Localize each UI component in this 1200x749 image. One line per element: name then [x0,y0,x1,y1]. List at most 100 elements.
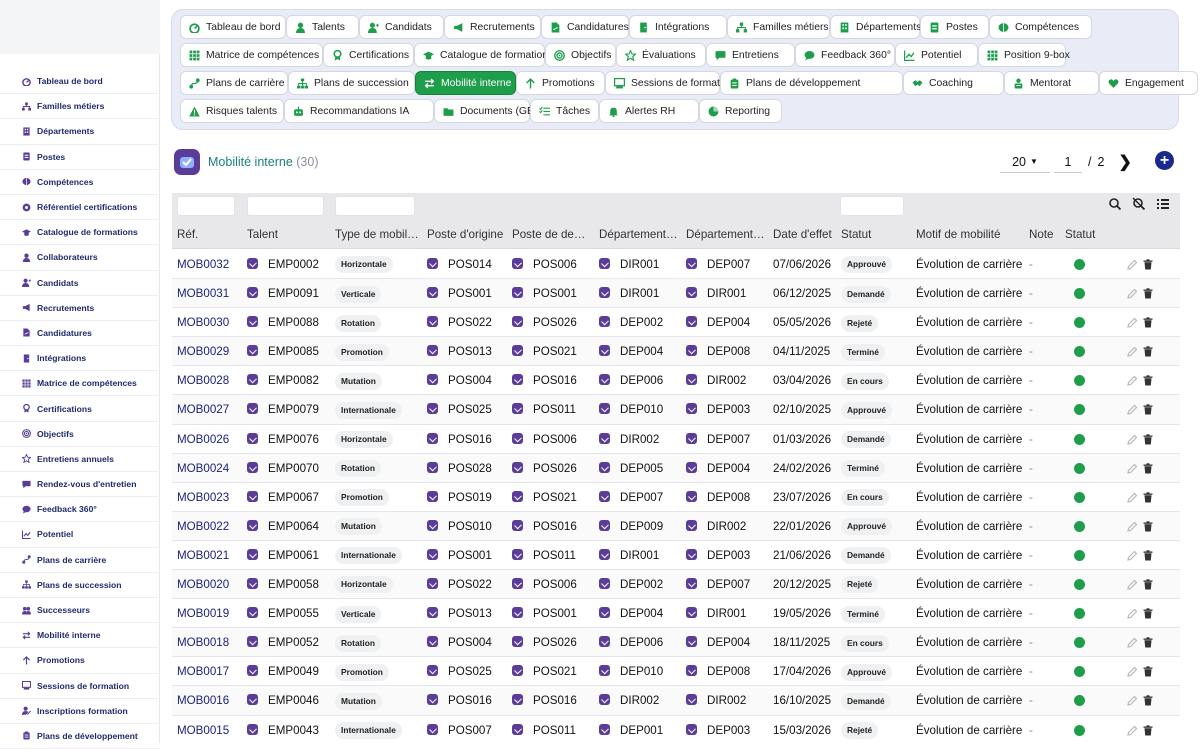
edit-icon[interactable] [1127,666,1138,678]
module-chip[interactable]: Entretiens [706,43,795,67]
record-link-icon[interactable] [599,258,610,269]
record-link-icon[interactable] [427,636,438,648]
record-link-icon[interactable] [599,287,610,299]
sidebar-item[interactable]: Candidatures [0,321,160,347]
ref-cell[interactable]: MOB0026 [177,425,229,454]
table-row[interactable]: MOB0022 EMP0064 Mutation POS010 POS016 DEP009… [172,511,1180,541]
record-link-icon[interactable] [599,578,610,590]
column-header[interactable]: Département… [686,221,768,249]
record-link-icon[interactable] [686,403,697,415]
column-header[interactable]: Département… [599,221,681,249]
record-link-icon[interactable] [427,548,438,560]
record-link-icon[interactable] [512,345,523,357]
column-header[interactable]: Note [1029,221,1059,249]
trash-icon[interactable] [1143,695,1153,706]
record-link-icon[interactable] [512,461,523,473]
edit-icon[interactable] [1127,579,1138,590]
record-link-icon[interactable] [686,345,697,357]
record-link-icon[interactable] [247,461,258,473]
module-chip[interactable]: Engagement [1099,71,1198,95]
sidebar-item[interactable]: Potentiel [0,522,160,548]
ref-cell[interactable]: MOB0027 [177,395,229,424]
column-header[interactable]: Motif de mobilité [916,221,1026,249]
record-link-icon[interactable] [686,461,697,473]
module-chip[interactable]: Mentorat [1004,71,1099,95]
record-link-icon[interactable] [247,723,258,735]
trash-icon[interactable] [1143,375,1153,386]
table-row[interactable]: MOB0032 EMP0002 Horizontale POS014 POS006 DIR… [172,250,1180,280]
table-row[interactable]: MOB0024 EMP0070 Rotation POS028 POS026 DEP005… [172,453,1180,483]
ref-cell[interactable]: MOB0015 [177,716,229,744]
record-link-icon[interactable] [247,403,258,415]
record-link-icon[interactable] [427,403,438,415]
record-link-icon[interactable] [247,316,258,328]
trash-icon[interactable] [1143,346,1153,357]
sidebar-item[interactable]: Référentiel certifications [0,195,160,221]
sidebar-item[interactable]: Successeurs [0,598,160,624]
ref-cell[interactable]: MOB0020 [177,570,229,599]
record-link-icon[interactable] [512,403,523,415]
table-row[interactable]: MOB0027 EMP0079 Internationale POS025 POS011… [172,395,1180,425]
module-chip[interactable]: Documents (GED) [434,99,545,123]
table-row[interactable]: MOB0019 EMP0055 Verticale POS013 POS001 DEP00… [172,599,1180,629]
trash-icon[interactable] [1143,521,1153,532]
sidebar-item[interactable]: Certifications [0,396,160,422]
module-chip[interactable]: Plans de développement [720,71,903,95]
module-chip[interactable]: Talents [286,15,359,39]
sidebar-item[interactable]: Départements [0,119,160,145]
table-row[interactable]: MOB0015 EMP0043 Internationale POS007 POS011… [172,716,1180,744]
edit-icon[interactable] [1127,346,1138,358]
ref-cell[interactable]: MOB0021 [177,541,229,570]
record-link-icon[interactable] [427,490,438,502]
record-link-icon[interactable] [247,432,258,444]
filter-status-input[interactable] [840,196,904,216]
sidebar-item[interactable]: Matrice de compétences [0,371,160,397]
record-link-icon[interactable] [427,258,438,269]
table-row[interactable]: MOB0018 EMP0052 Rotation POS004 POS026 DEP006… [172,628,1180,658]
module-chip[interactable]: Intégrations [629,15,727,39]
edit-icon[interactable] [1127,492,1138,503]
columns-list-icon[interactable] [1156,197,1170,211]
sidebar-item[interactable]: Feedback 360° [0,497,160,523]
record-link-icon[interactable] [512,548,523,560]
sidebar-item[interactable]: Catalogue de formations [0,220,160,246]
sidebar-item[interactable]: Plans de carrière [0,548,160,573]
table-row[interactable]: MOB0030 EMP0088 Rotation POS022 POS026 DEP002… [172,308,1180,338]
column-header[interactable]: Poste de de… [512,221,594,249]
record-link-icon[interactable] [599,519,610,531]
table-row[interactable]: MOB0029 EMP0085 Promotion POS013 POS021 DEP00… [172,337,1180,367]
ref-cell[interactable]: MOB0018 [177,628,229,657]
sidebar-item[interactable]: Familles métiers [0,94,160,120]
module-chip[interactable]: Sessions de formation [605,71,734,95]
table-row[interactable]: MOB0028 EMP0082 Mutation POS004 POS016 DEP006… [172,366,1180,396]
sidebar-item[interactable]: Tableau de bord [0,69,160,95]
module-chip[interactable]: Certifications [323,43,414,67]
record-link-icon[interactable] [512,374,523,386]
trash-icon[interactable] [1143,608,1153,619]
sidebar-item[interactable]: Objectifs [0,422,160,447]
record-link-icon[interactable] [512,258,523,269]
record-link-icon[interactable] [427,461,438,473]
sidebar-item[interactable]: Compétences [0,170,160,195]
record-link-icon[interactable] [686,519,697,531]
record-link-icon[interactable] [599,374,610,386]
record-link-icon[interactable] [512,578,523,590]
ref-cell[interactable]: MOB0030 [177,308,229,337]
sidebar-item[interactable]: Sessions de formation [0,674,160,699]
record-link-icon[interactable] [686,636,697,648]
sidebar-item[interactable]: Promotions [0,648,160,674]
record-link-icon[interactable] [247,636,258,648]
record-link-icon[interactable] [686,287,697,299]
edit-icon[interactable] [1127,288,1138,299]
record-link-icon[interactable] [686,374,697,386]
ref-cell[interactable]: MOB0016 [177,686,229,715]
edit-icon[interactable] [1127,463,1138,474]
record-link-icon[interactable] [512,607,523,619]
record-link-icon[interactable] [427,578,438,590]
sidebar-item[interactable]: Entretiens annuels [0,447,160,472]
record-link-icon[interactable] [599,723,610,735]
module-chip[interactable]: Candidatures [541,15,629,39]
edit-icon[interactable] [1127,434,1138,445]
sidebar-item[interactable]: Rendez-vous d'entretien [0,472,160,498]
record-link-icon[interactable] [599,636,610,648]
